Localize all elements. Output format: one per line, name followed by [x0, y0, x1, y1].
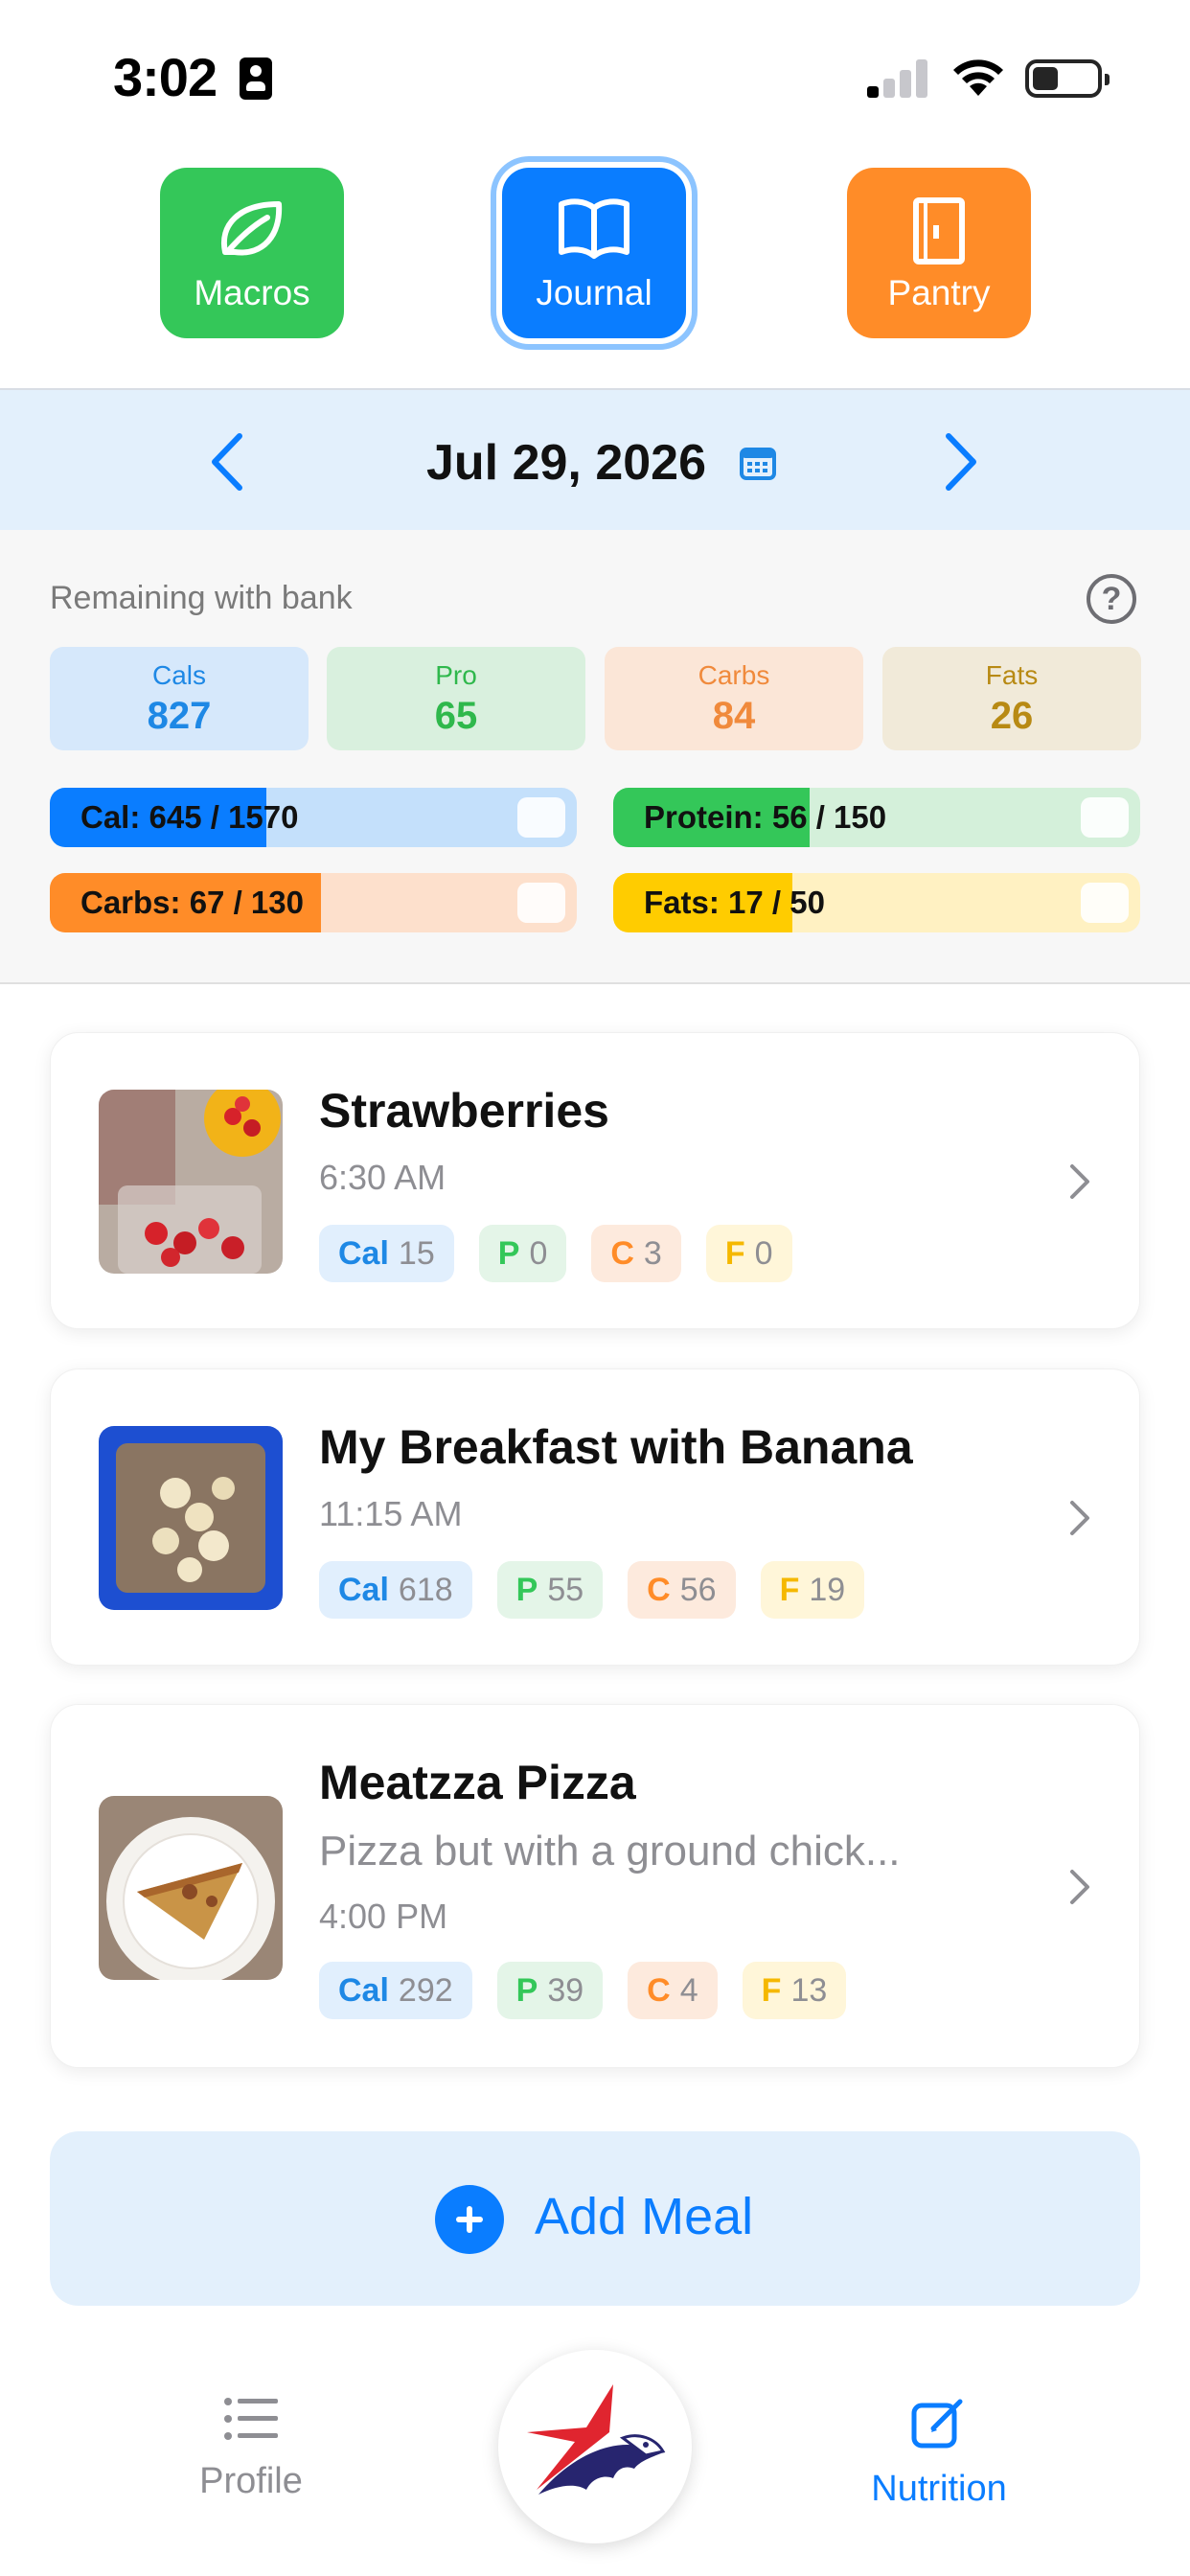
add-meal-label: Add Meal — [535, 2188, 754, 2245]
remaining-summary: Remaining with bank ? Cals 827 Pro 65 Ca… — [0, 530, 1190, 984]
list-icon — [224, 2398, 278, 2440]
tab-journal[interactable]: Journal — [502, 168, 686, 338]
fats-chip: F 13 — [742, 1962, 847, 2019]
add-meal-button[interactable]: Add Meal — [50, 2131, 1140, 2306]
remaining-cals-label: Cals — [151, 660, 206, 690]
carbs-chip: C 56 — [628, 1561, 736, 1619]
carbs-bank-toggle[interactable] — [517, 883, 565, 923]
protein-progress-bar: Protein: 56 / 150 — [613, 788, 1140, 847]
battery-icon — [1025, 59, 1110, 98]
book-icon — [559, 198, 629, 259]
fats-chip: F0 — [705, 1225, 792, 1282]
meal-photo — [99, 1426, 283, 1610]
protein-bank-toggle[interactable] — [1081, 797, 1129, 838]
meal-macro-chips: Cal 292 P 39 C4 F 13 — [319, 1962, 847, 2019]
meal-photo — [99, 1090, 283, 1274]
calories-chip: Cal 15 — [319, 1225, 454, 1282]
fats-progress-text: Fats: 17 / 50 — [644, 885, 825, 920]
eagle-star-logo — [527, 2384, 666, 2495]
remaining-protein-value: 65 — [434, 695, 478, 737]
meal-card-strawberries[interactable]: Strawberries 6:30 AM Cal 15 P0 C3 F0 — [50, 1032, 1140, 1329]
fats-bank-toggle[interactable] — [1081, 883, 1129, 923]
meal-time: 6:30 AM — [319, 1158, 446, 1197]
remaining-cals-value: 827 — [147, 695, 212, 737]
nav-nutrition[interactable]: Nutrition — [819, 2396, 1059, 2510]
protein-chip: P 55 — [496, 1561, 604, 1619]
fats-chip: F 19 — [760, 1561, 865, 1619]
protein-chip: P0 — [478, 1225, 567, 1282]
nav-profile-label: Profile — [199, 2461, 303, 2501]
wifi-icon — [953, 59, 1003, 96]
carbs-chip: C3 — [591, 1225, 681, 1282]
help-icon[interactable]: ? — [1087, 574, 1136, 624]
calendar-icon[interactable] — [740, 446, 776, 480]
fats-progress-bar: Fats: 17 / 50 — [613, 873, 1140, 932]
protein-chip: P 39 — [496, 1962, 604, 2019]
meal-name: Strawberries — [319, 1084, 609, 1138]
remaining-protein-box: Pro 65 — [327, 647, 585, 750]
bottom-navigation: Profile Nutrition — [0, 2338, 1190, 2576]
meal-macro-chips: Cal 618 P 55 C 56 F 19 — [319, 1561, 865, 1619]
chevron-right-icon — [1070, 1870, 1089, 1904]
calories-chip: Cal 618 — [319, 1561, 472, 1619]
remaining-cals-box: Cals 827 — [50, 647, 309, 750]
tab-journal-label: Journal — [536, 273, 652, 312]
carbs-progress-bar: Carbs: 67 / 130 — [50, 873, 577, 932]
meal-name: Meatzza Pizza — [319, 1756, 636, 1809]
meal-time: 11:15 AM — [319, 1494, 463, 1533]
calories-progress-text: Cal: 645 / 1570 — [80, 799, 299, 835]
remaining-carbs-value: 84 — [712, 695, 756, 737]
calories-bank-toggle[interactable] — [517, 797, 565, 838]
plus-circle-icon — [435, 2185, 504, 2254]
remaining-carbs-label: Carbs — [698, 660, 770, 690]
remaining-fats-box: Fats 26 — [882, 647, 1141, 750]
remaining-carbs-box: Carbs 84 — [605, 647, 863, 750]
nav-nutrition-label: Nutrition — [871, 2469, 1007, 2509]
top-tab-bar: Macros Journal Pantry — [0, 153, 1190, 388]
protein-progress-text: Protein: 56 / 150 — [644, 799, 887, 835]
status-time: 3:02 — [113, 47, 217, 107]
meal-photo — [99, 1796, 283, 1980]
calories-chip: Cal 292 — [319, 1962, 472, 2019]
remaining-title: Remaining with bank — [50, 580, 353, 616]
chevron-right-icon[interactable] — [931, 428, 989, 495]
tab-pantry[interactable]: Pantry — [847, 168, 1031, 338]
remaining-protein-label: Pro — [435, 660, 477, 690]
carbs-progress-text: Carbs: 67 / 130 — [80, 885, 304, 920]
app-logo-button[interactable] — [498, 2350, 692, 2543]
id-card-icon — [240, 58, 272, 100]
remaining-fats-label: Fats — [985, 660, 1039, 690]
meal-name: My Breakfast with Banana — [319, 1420, 913, 1474]
meal-time: 4:00 PM — [319, 1897, 448, 1936]
tab-pantry-label: Pantry — [887, 273, 991, 312]
meal-description: Pizza but with a ground chick... — [319, 1828, 901, 1874]
tab-macros[interactable]: Macros — [160, 168, 344, 338]
remaining-fats-value: 26 — [990, 695, 1034, 737]
status-bar: 3:02 — [0, 0, 1190, 153]
chevron-right-icon — [1070, 1501, 1089, 1535]
cellular-signal-icon — [867, 59, 928, 98]
nav-profile[interactable]: Profile — [131, 2396, 371, 2502]
current-date: Jul 29, 2026 — [426, 435, 706, 491]
date-navigator: Jul 29, 2026 — [0, 388, 1190, 530]
edit-icon — [911, 2399, 963, 2449]
meal-card-breakfast-banana[interactable]: My Breakfast with Banana 11:15 AM Cal 618… — [50, 1368, 1140, 1666]
meal-card-meatzza-pizza[interactable]: Meatzza Pizza Pizza but with a ground ch… — [50, 1704, 1140, 2068]
meal-macro-chips: Cal 15 P0 C3 F0 — [319, 1225, 792, 1282]
carbs-chip: C4 — [628, 1962, 718, 2019]
door-icon — [913, 197, 965, 264]
calories-progress-bar: Cal: 645 / 1570 — [50, 788, 577, 847]
chevron-right-icon — [1070, 1164, 1089, 1199]
tab-macros-label: Macros — [194, 273, 310, 312]
leaf-icon — [221, 201, 283, 256]
